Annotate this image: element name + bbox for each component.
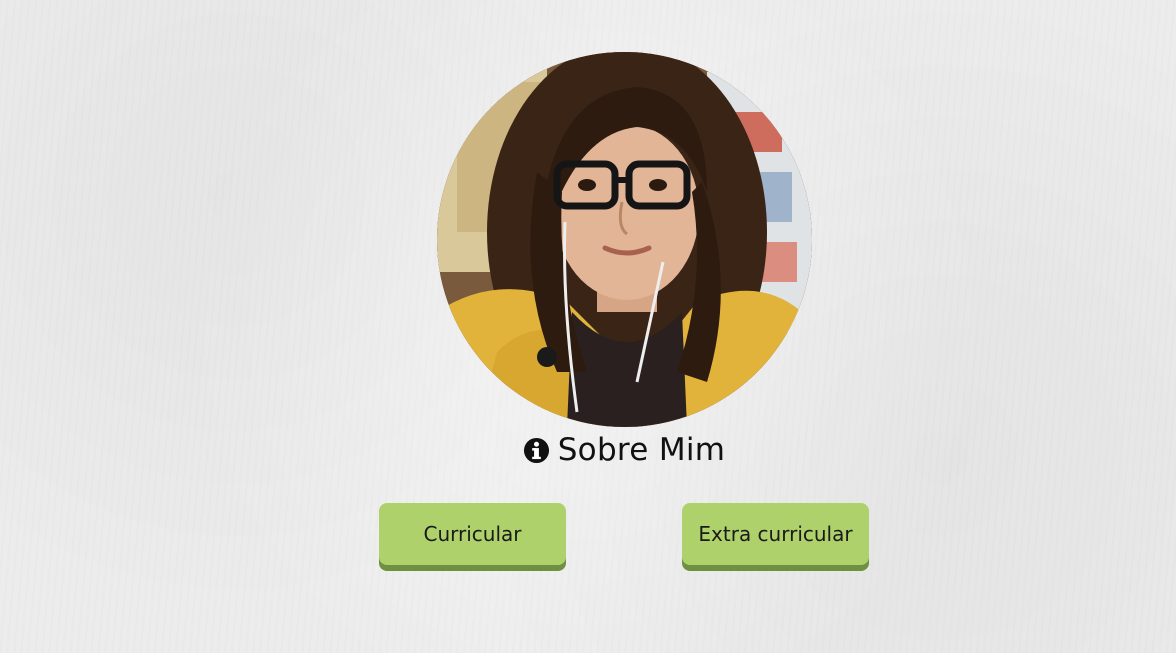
info-circle-icon — [523, 437, 549, 463]
curricular-button-label: Curricular — [423, 522, 522, 546]
extra-curricular-button[interactable]: Extra curricular — [682, 503, 869, 565]
profile-photo-illustration — [437, 52, 812, 427]
section-heading-text: Sobre Mim — [557, 432, 726, 468]
profile-photo — [437, 52, 812, 427]
curricular-button[interactable]: Curricular — [379, 503, 566, 565]
extra-curricular-button-label: Extra curricular — [698, 522, 853, 546]
section-heading: Sobre Mim — [0, 432, 1176, 468]
